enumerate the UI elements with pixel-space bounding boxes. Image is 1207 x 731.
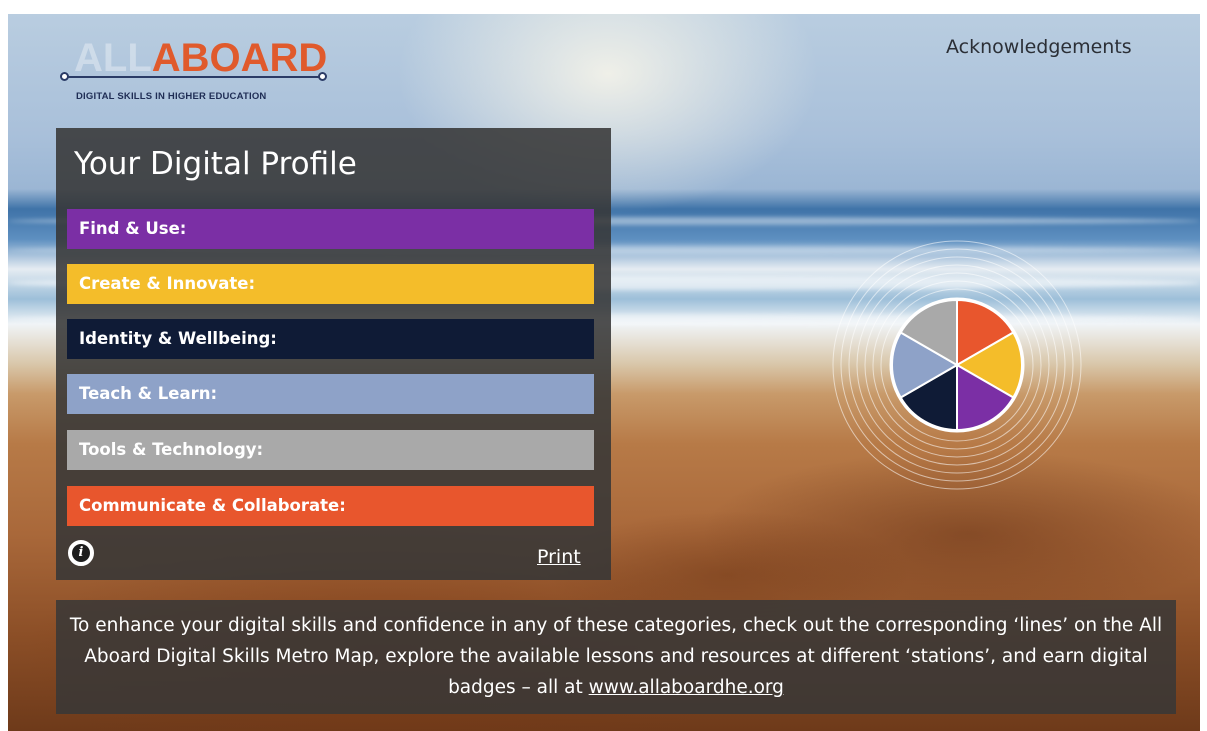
- logo-station-dot: [318, 72, 327, 81]
- category-label: Identity & Wellbeing:: [79, 329, 277, 348]
- digital-profile-panel: Your Digital Profile Find & Use: Create …: [56, 128, 611, 580]
- category-tools-technology[interactable]: Tools & Technology:: [67, 430, 594, 470]
- profile-wheel: [832, 240, 1082, 490]
- logo-wordmark: ALLABOARD: [74, 36, 327, 80]
- category-teach-learn[interactable]: Teach & Learn:: [67, 374, 594, 414]
- logo-station-dot: [60, 72, 69, 81]
- acknowledgements-link[interactable]: Acknowledgements: [946, 36, 1132, 58]
- logo-word-all: ALL: [74, 36, 152, 80]
- category-label: Tools & Technology:: [79, 440, 264, 459]
- category-label: Find & Use:: [79, 219, 187, 238]
- info-icon[interactable]: i: [68, 540, 94, 566]
- logo-metro-line: [64, 76, 322, 78]
- category-label: Teach & Learn:: [79, 384, 218, 403]
- all-aboard-logo: ALLABOARD DIGITAL SKILLS IN HIGHER EDUCA…: [60, 36, 330, 106]
- category-communicate-collaborate[interactable]: Communicate & Collaborate:: [67, 486, 594, 526]
- logo-word-aboard: ABOARD: [151, 36, 328, 80]
- footer-info-box: To enhance your digital skills and confi…: [56, 600, 1176, 714]
- panel-title: Your Digital Profile: [74, 146, 357, 182]
- category-label: Create & Innovate:: [79, 274, 256, 293]
- category-find-use[interactable]: Find & Use:: [67, 209, 594, 249]
- website-link[interactable]: www.allaboardhe.org: [589, 677, 784, 698]
- category-create-innovate[interactable]: Create & Innovate:: [67, 264, 594, 304]
- print-link[interactable]: Print: [537, 546, 581, 568]
- category-label: Communicate & Collaborate:: [79, 496, 346, 515]
- logo-tagline: DIGITAL SKILLS IN HIGHER EDUCATION: [76, 91, 267, 102]
- category-identity-wellbeing[interactable]: Identity & Wellbeing:: [67, 319, 594, 359]
- footer-text: To enhance your digital skills and confi…: [56, 610, 1176, 703]
